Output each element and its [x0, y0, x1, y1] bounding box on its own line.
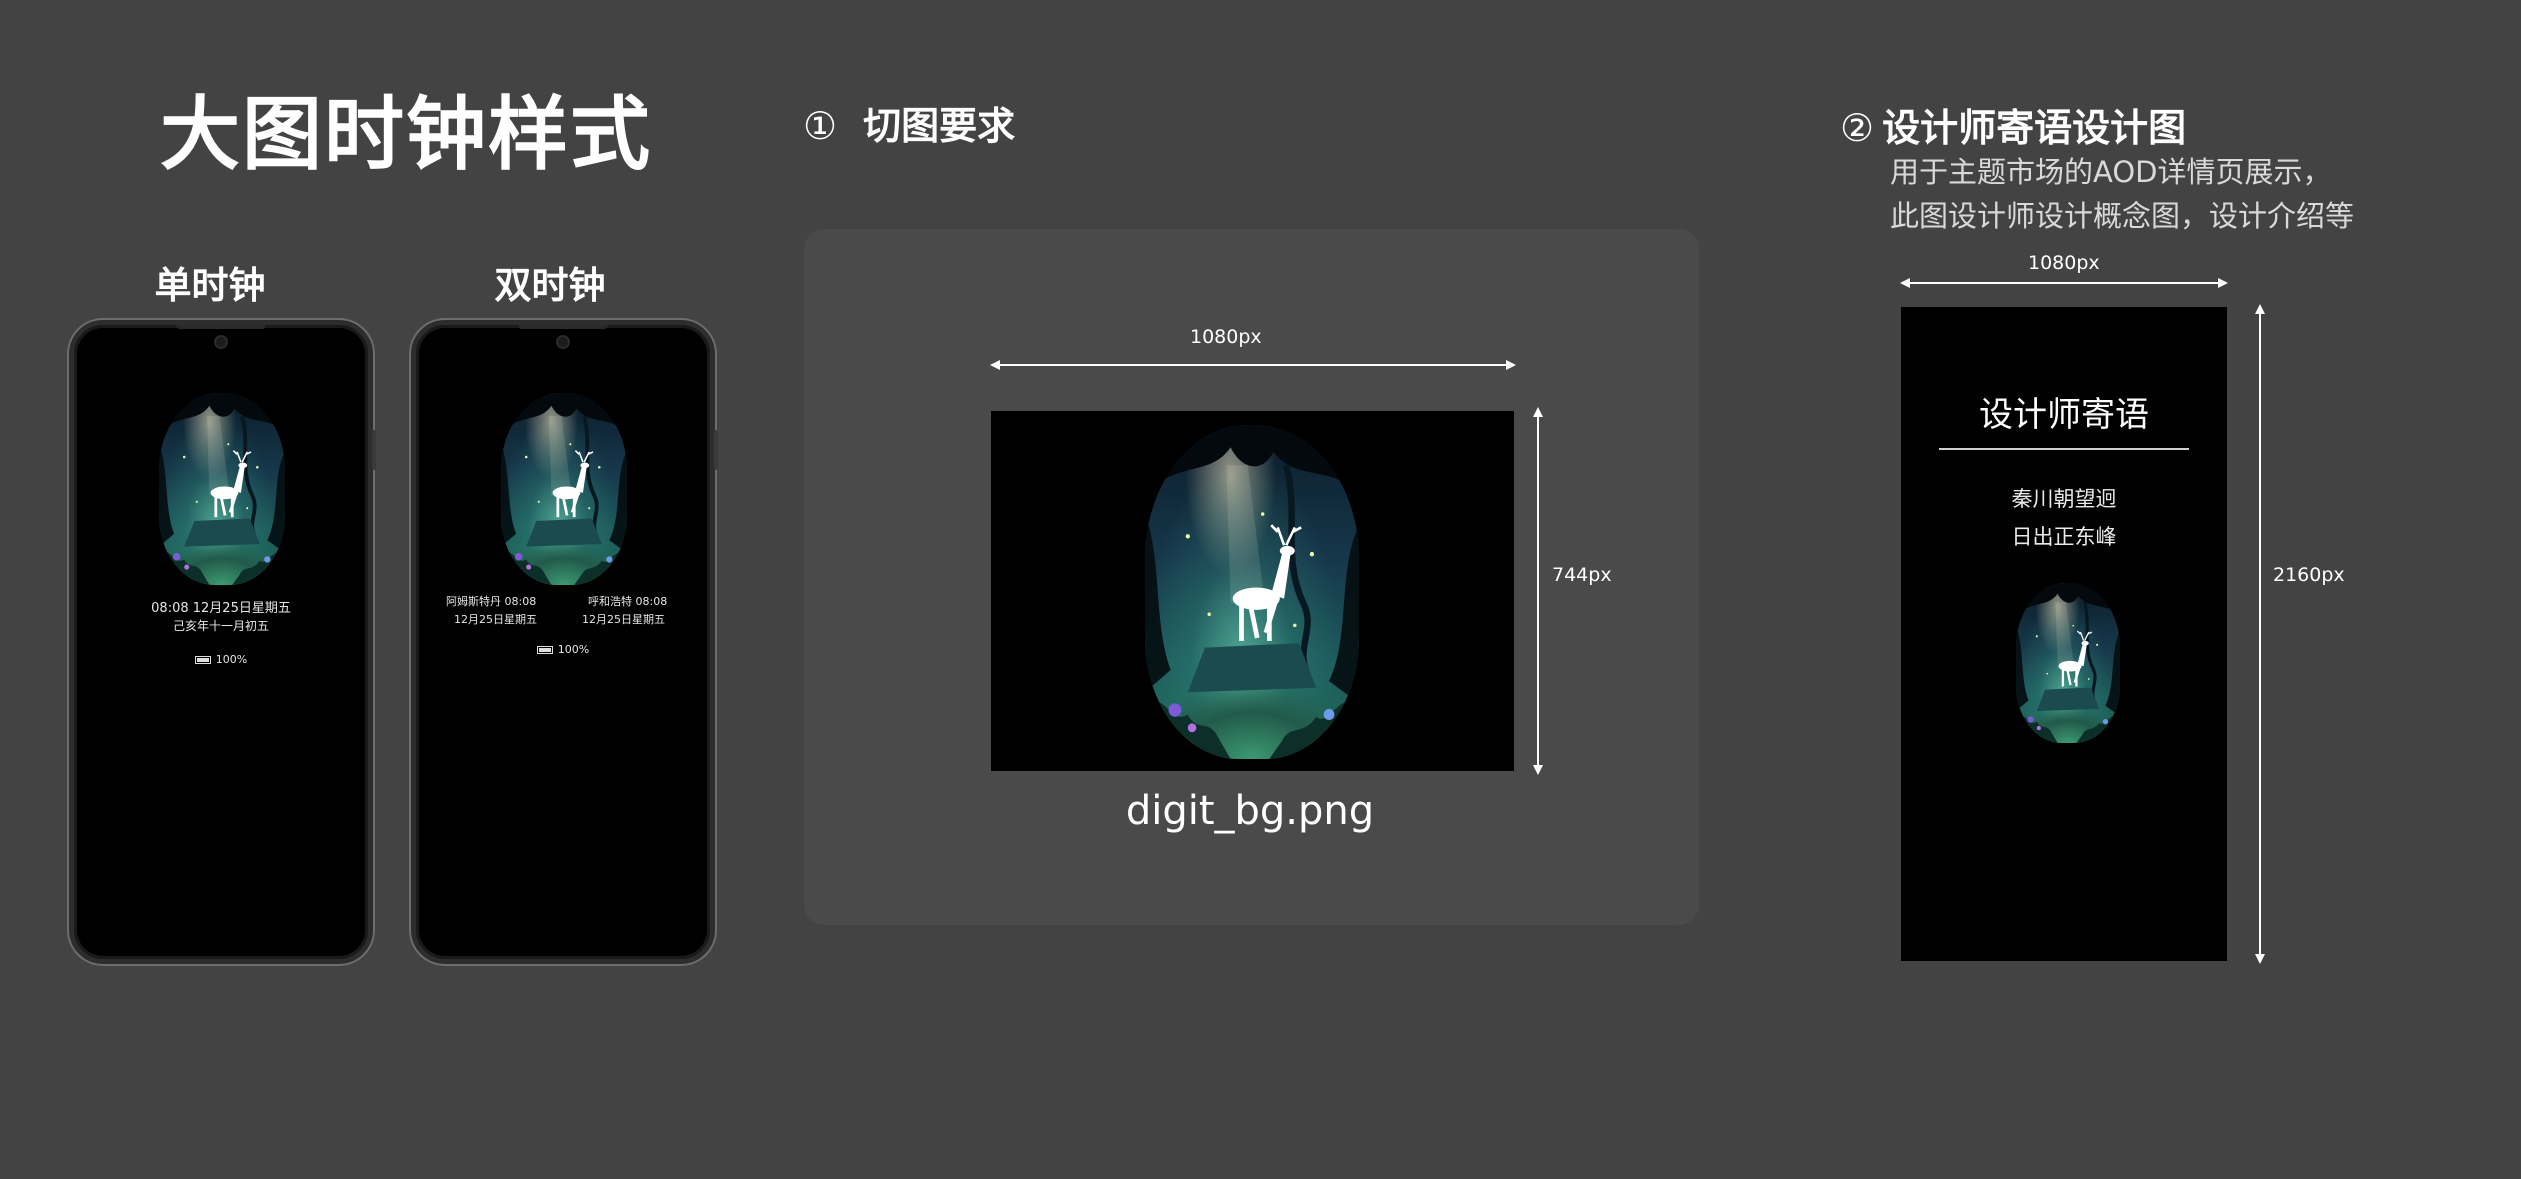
deer-illustration — [501, 393, 627, 585]
section2-heading: ② 设计师寄语设计图 — [1840, 97, 2186, 152]
front-camera-icon — [556, 335, 570, 349]
cut-filename: digit_bg.png — [1125, 788, 1375, 834]
single-lunar-date: 己亥年十一月初五 — [172, 619, 269, 633]
single-time-date: 08:08 12月25日星期五 — [151, 601, 291, 616]
single-clock-label: 单时钟 — [154, 264, 266, 307]
dual-battery-value: 100% — [557, 643, 590, 656]
deer-illustration — [1145, 425, 1359, 759]
forest-deer-artwork — [2016, 583, 2120, 743]
poem-line-2: 日出正东峰 — [2011, 525, 2117, 549]
dual-clock-label: 双时钟 — [494, 264, 606, 307]
forest-deer-artwork — [501, 393, 627, 585]
preview-height-label: 2160px — [2273, 564, 2345, 586]
battery-icon — [194, 656, 211, 664]
single-battery-status: 100% — [74, 653, 368, 666]
designer-message-preview: 设计师寄语 秦川朝望迥 日出正东峰 — [1901, 307, 2227, 961]
dual-clock-phone: 阿姆斯特丹 08:08 12月25日星期五 呼和浩特 08:08 12月25日星… — [411, 320, 715, 964]
preview-height-arrow — [2255, 304, 2265, 964]
width-dimension-label: 1080px — [1190, 326, 1262, 348]
phone-top-speaker — [518, 325, 608, 329]
section2-desc-line2: 此图设计师设计概念图，设计介绍等 — [1890, 199, 2355, 233]
height-dimension-arrow — [1533, 407, 1543, 775]
section1-heading: ① 切图要求 — [803, 95, 1015, 150]
dual-battery-status: 100% — [416, 643, 710, 656]
dual-right-city-time: 呼和浩特 08:08 — [588, 595, 668, 608]
preview-width-arrow — [1900, 278, 2228, 288]
battery-icon — [536, 646, 553, 654]
phone-top-speaker — [176, 325, 266, 329]
single-clock-phone: 08:08 12月25日星期五 己亥年十一月初五 100% — [69, 320, 373, 964]
forest-deer-artwork — [159, 393, 285, 585]
section2-description: 用于主题市场的AOD详情页展示， 此图设计师设计概念图，设计介绍等 — [1890, 150, 2354, 238]
forest-deer-artwork — [1145, 425, 1359, 759]
section1-number: ① — [803, 104, 838, 148]
preview-width-label: 1080px — [2028, 252, 2100, 274]
phone-side-button — [714, 430, 718, 470]
section1-title: 切图要求 — [863, 104, 1016, 148]
dual-left-date: 12月25日星期五 — [454, 613, 537, 626]
section2-desc-line1: 用于主题市场的AOD详情页展示， — [1890, 155, 2332, 189]
poem-line-1: 秦川朝望迥 — [2011, 487, 2117, 511]
front-camera-icon — [214, 335, 228, 349]
digit-bg-preview — [991, 411, 1514, 771]
page-title: 大图时钟样式 — [160, 88, 652, 181]
heading-divider — [1939, 448, 2189, 450]
deer-illustration — [159, 393, 285, 585]
single-battery-value: 100% — [215, 653, 248, 666]
phone-side-button — [372, 430, 376, 470]
dual-left-city-time: 阿姆斯特丹 08:08 — [446, 595, 537, 608]
section2-title: 设计师寄语设计图 — [1882, 106, 2187, 150]
section2-number: ② — [1840, 106, 1875, 150]
deer-illustration — [2016, 583, 2120, 743]
width-dimension-arrow — [990, 360, 1516, 370]
height-dimension-label: 744px — [1552, 564, 1612, 586]
dual-right-date: 12月25日星期五 — [582, 613, 665, 626]
designer-message-heading: 设计师寄语 — [1979, 395, 2149, 435]
